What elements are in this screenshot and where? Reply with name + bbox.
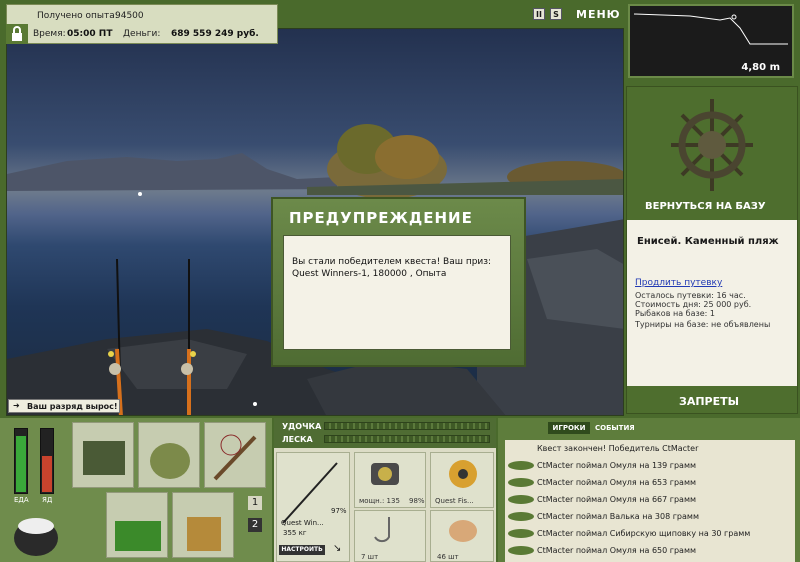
line-spool-icon [449, 460, 477, 488]
dialog-message: Вы стали победителем квеста! Ваш приз: Q… [292, 257, 492, 279]
arrow-right-icon: ➜ [13, 401, 20, 410]
rod-tension-bar [324, 422, 490, 430]
return-to-base-button[interactable]: ВЕРНУТЬСЯ НА БАЗУ [645, 201, 766, 212]
rod-percent: 97% [331, 507, 347, 515]
menu-button[interactable]: МЕНЮ [576, 8, 621, 21]
line-slot[interactable]: Quest Fis... [430, 452, 494, 508]
bans-button[interactable]: ЗАПРЕТЫ [679, 395, 739, 408]
rod-weight: 355 кг [283, 529, 307, 537]
reel-slot[interactable]: мощн.: 135 98% [354, 452, 426, 508]
poison-bar [40, 428, 54, 494]
line-tension-bar [324, 435, 490, 443]
food-bar [14, 428, 28, 494]
rank-up-notice[interactable]: ➜ Ваш разряд вырос! [8, 399, 120, 413]
inventory-panel: ЕДА ЯД 1 2 [0, 418, 272, 562]
pot-icon[interactable] [10, 508, 62, 558]
tournaments: Турниры на базе: не объявлены [635, 320, 771, 329]
bait-slot[interactable]: 46 шт [430, 510, 494, 562]
dialog-body: Вы стали победителем квеста! Ваш приз: Q… [283, 235, 511, 350]
rod-name: Quest Win... [281, 519, 324, 527]
basket-button[interactable] [106, 492, 168, 558]
pause-button[interactable]: II [533, 8, 545, 20]
arrow-diagonal-icon[interactable]: ↘ [333, 543, 341, 554]
list-item: CtMacter поймал Омуля на 667 грамм [505, 491, 795, 508]
event-text: CtMacter поймал Омуля на 667 грамм [537, 495, 697, 504]
player-info-panel: Получено опыта: 94500 Время: 05:00 ПТ Де… [6, 4, 278, 44]
fish-icon [508, 512, 534, 521]
bag-button[interactable] [138, 422, 200, 488]
chat-header: Квест закончен! Победитель CtMacter [537, 444, 699, 453]
fish-icon [508, 478, 534, 487]
pass-left: Осталось путевки: 16 час. [635, 291, 746, 300]
location-info: Енисей. Каменный пляж Продлить путевку О… [627, 220, 797, 386]
net-button[interactable] [204, 422, 266, 488]
food-label: ЕДА [14, 496, 29, 504]
line-name: Quest Fis... [435, 497, 474, 505]
event-text: CtMacter поймал Валька на 308 грамм [537, 512, 699, 521]
line-label: ЛЕСКА [282, 435, 313, 444]
day-cost: Стоимость дня: 25 000 руб. [635, 300, 752, 309]
page-1-button[interactable]: 1 [248, 496, 262, 510]
fish-icon [508, 529, 534, 538]
rod-label: УДОЧКА [282, 422, 322, 431]
tackle-box-icon [83, 441, 125, 475]
xp-value: 94500 [115, 11, 144, 21]
money-value: 689 559 249 руб. [171, 29, 259, 39]
depth-map: 4,80 m [628, 4, 794, 78]
reel-name: мощн.: 135 [359, 497, 400, 505]
food-basket-icon [115, 521, 161, 551]
bait-icon [449, 520, 477, 542]
hook-icon [374, 517, 390, 543]
event-text: CtMacter поймал Омуля на 139 грамм [537, 461, 697, 470]
fish-icon [508, 546, 534, 555]
list-item: CtMacter поймал Омуля на 650 грамм [505, 542, 795, 559]
fish-icon [508, 495, 534, 504]
tab-events[interactable]: СОБЫТИЯ [595, 424, 635, 432]
sack-icon [150, 443, 190, 479]
list-item: CtMacter поймал Омуля на 653 грамм [505, 474, 795, 491]
location-title: Енисей. Каменный пляж [637, 236, 779, 247]
extend-pass-link[interactable]: Продлить путевку [635, 278, 722, 288]
fishers-count: Рыбаков на базе: 1 [635, 309, 715, 318]
setup-button[interactable]: НАСТРОИТЬ [279, 545, 325, 555]
time-value: 05:00 ПТ [67, 29, 113, 39]
wooden-bucket-icon [187, 517, 221, 551]
bucket-button[interactable] [172, 492, 234, 558]
lock-icon[interactable] [6, 24, 28, 44]
xp-label: Получено опыта: [37, 11, 118, 21]
rank-up-text: Ваш разряд вырос! [27, 402, 118, 411]
hook-count: 7 шт [361, 553, 379, 561]
page-2-button[interactable]: 2 [248, 518, 262, 532]
event-log: Квест закончен! Победитель CtMacter CtMa… [505, 440, 795, 562]
tackle-bag-button[interactable] [72, 422, 134, 488]
time-label: Время: [33, 29, 66, 39]
rod-slot[interactable]: Quest Win... 355 кг 97% НАСТРОИТЬ ↘ [276, 452, 350, 562]
hook-slot[interactable]: 7 шт [354, 510, 426, 562]
tackle-panel: УДОЧКА ЛЕСКА Quest Win... 355 кг 97% НАС… [274, 418, 496, 562]
reel-icon [371, 463, 399, 485]
sound-button[interactable]: S [550, 8, 562, 20]
event-text: CtMacter поймал Сибирскую щиповку на 30 … [537, 529, 751, 538]
event-text: CtMacter поймал Омуля на 653 грамм [537, 478, 697, 487]
list-item: CtMacter поймал Валька на 308 грамм [505, 508, 795, 525]
tab-players[interactable]: ИГРОКИ [548, 422, 590, 434]
landing-net-icon [213, 434, 257, 481]
reel-percent: 98% [409, 497, 425, 505]
chat-header-row: Квест закончен! Победитель CtMacter [505, 440, 795, 457]
money-label: Деньги: [123, 29, 161, 39]
event-text: CtMacter поймал Омуля на 650 грамм [537, 546, 697, 555]
poison-label: ЯД [42, 496, 53, 504]
bait-count: 46 шт [437, 553, 459, 561]
depth-value: 4,80 m [741, 62, 780, 73]
fish-icon [508, 461, 534, 470]
list-item: CtMacter поймал Сибирскую щиповку на 30 … [505, 525, 795, 542]
dialog-title: ПРЕДУПРЕЖДЕНИЕ [289, 209, 473, 227]
list-item: CtMacter поймал Омуля на 139 грамм [505, 457, 795, 474]
ship-wheel-icon[interactable] [667, 95, 757, 195]
